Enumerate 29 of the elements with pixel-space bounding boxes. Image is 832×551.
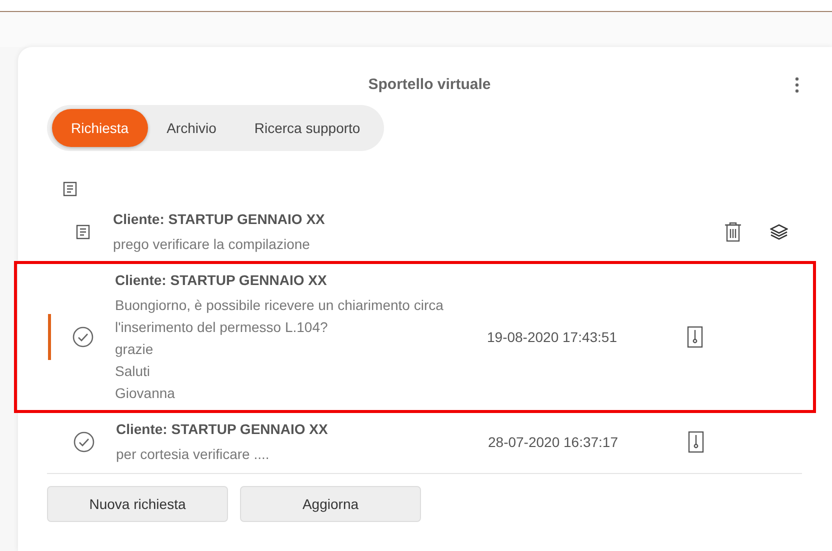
request-date: 28-07-2020 16:37:17 bbox=[488, 432, 619, 452]
message-line: Buongiorno, è possibile ricevere un chiarimento circa bbox=[115, 296, 444, 315]
tab[interactable]: Ricerca supporto bbox=[235, 109, 380, 147]
file-icon[interactable] bbox=[687, 326, 703, 348]
action-button[interactable]: Aggiorna bbox=[240, 486, 421, 522]
request-title: Cliente: STARTUP GENNAIO XX bbox=[113, 210, 326, 229]
file-icon[interactable] bbox=[688, 431, 704, 453]
request-row[interactable]: Cliente: STARTUP GENNAIO XX per cortesia verificare .... 28-07-2020 16:37:17 bbox=[18, 413, 812, 471]
request-row[interactable]: Cliente: STARTUP GENNAIO XX Buongiorno, è possibile ricevere un chiarimento circa l'inserimento del permesso L.104? grazie Saluti Giovanna 19-08-2020 17:43:51 bbox=[14, 261, 816, 413]
message-line: prego verificare la compilazione bbox=[113, 235, 311, 254]
message-line: Giovanna bbox=[115, 384, 176, 403]
document-icon bbox=[74, 224, 91, 240]
request-title: Cliente: STARTUP GENNAIO XX bbox=[115, 271, 328, 290]
message-line: l'inserimento del permesso L.104? bbox=[115, 318, 329, 337]
message-line: per cortesia verificare .... bbox=[116, 445, 270, 464]
request-title: Cliente: STARTUP GENNAIO XX bbox=[116, 420, 329, 439]
message-line: Saluti bbox=[115, 362, 152, 381]
action-button[interactable]: Nuova richiesta bbox=[47, 486, 228, 522]
document-icon bbox=[62, 181, 78, 197]
message-line: grazie bbox=[115, 340, 154, 359]
more-menu-icon[interactable] bbox=[795, 77, 799, 93]
tab[interactable]: Archivio bbox=[148, 109, 236, 147]
request-row[interactable]: Cliente: STARTUP GENNAIO XX prego verificare la compilazione bbox=[18, 203, 812, 261]
check-circle-icon bbox=[73, 431, 95, 453]
panel-title: Sportello virtuale bbox=[368, 74, 491, 95]
trash-icon[interactable] bbox=[724, 221, 742, 243]
check-circle-icon bbox=[72, 326, 94, 348]
request-date: 19-08-2020 17:43:51 bbox=[487, 328, 618, 346]
layers-icon[interactable] bbox=[770, 224, 788, 240]
